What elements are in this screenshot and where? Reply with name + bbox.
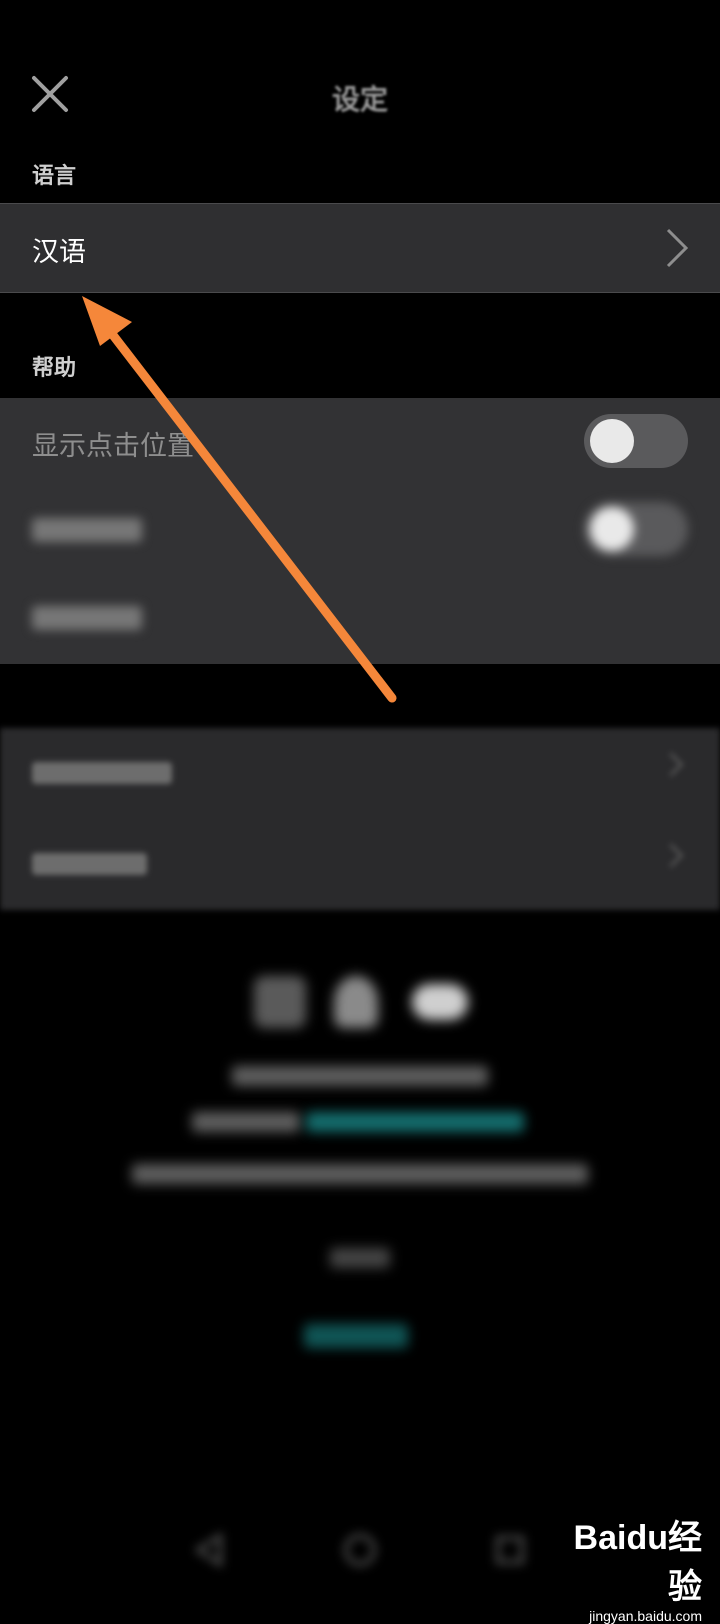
watermark-brand: Baidu经验 (573, 1519, 702, 1606)
watermark-url: jingyan.baidu.com (589, 1608, 702, 1624)
nav-home-icon[interactable] (340, 1530, 380, 1570)
nav-back-icon[interactable] (190, 1530, 230, 1570)
nav-recents-icon[interactable] (490, 1530, 530, 1570)
annotation-arrow (82, 296, 397, 703)
baidu-watermark: Baidu经验 jingyan.baidu.com (552, 1510, 702, 1624)
